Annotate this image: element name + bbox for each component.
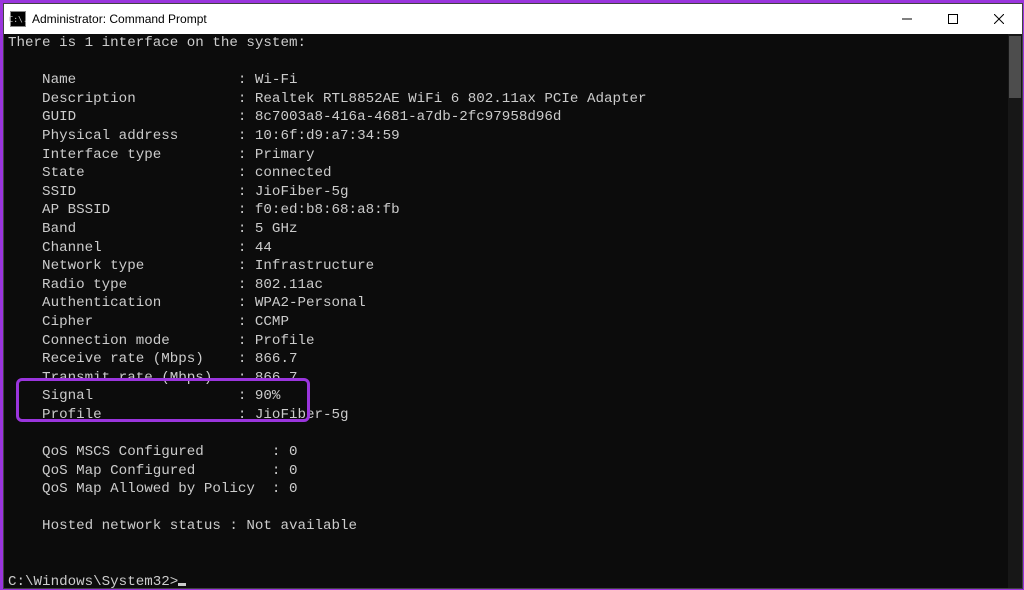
terminal-line bbox=[8, 499, 1022, 518]
terminal-line: Band : 5 GHz bbox=[8, 220, 1022, 239]
terminal-line: Connection mode : Profile bbox=[8, 332, 1022, 351]
terminal-line: Profile : JioFiber-5g bbox=[8, 406, 1022, 425]
scrollbar[interactable] bbox=[1008, 34, 1022, 588]
terminal-line: QoS MSCS Configured : 0 bbox=[8, 443, 1022, 462]
minimize-button[interactable] bbox=[884, 4, 930, 34]
terminal-line: State : connected bbox=[8, 164, 1022, 183]
terminal-line bbox=[8, 536, 1022, 555]
terminal-line: QoS Map Configured : 0 bbox=[8, 462, 1022, 481]
maximize-button[interactable] bbox=[930, 4, 976, 34]
terminal-line: Authentication : WPA2-Personal bbox=[8, 294, 1022, 313]
terminal-line: Interface type : Primary bbox=[8, 146, 1022, 165]
cmd-icon: C:\. bbox=[10, 11, 26, 27]
terminal-area[interactable]: There is 1 interface on the system: Name… bbox=[4, 34, 1022, 588]
terminal-line: Radio type : 802.11ac bbox=[8, 276, 1022, 295]
terminal-output: There is 1 interface on the system: Name… bbox=[4, 34, 1022, 588]
terminal-line: Channel : 44 bbox=[8, 239, 1022, 258]
cursor bbox=[178, 583, 186, 586]
terminal-line: Transmit rate (Mbps) : 866.7 bbox=[8, 369, 1022, 388]
terminal-line: Name : Wi-Fi bbox=[8, 71, 1022, 90]
terminal-line: AP BSSID : f0:ed:b8:68:a8:fb bbox=[8, 201, 1022, 220]
terminal-line bbox=[8, 424, 1022, 443]
terminal-line: Hosted network status : Not available bbox=[8, 517, 1022, 536]
command-prompt-window: C:\. Administrator: Command Prompt There… bbox=[3, 3, 1023, 589]
terminal-line: Network type : Infrastructure bbox=[8, 257, 1022, 276]
window-title: Administrator: Command Prompt bbox=[32, 12, 207, 26]
titlebar[interactable]: C:\. Administrator: Command Prompt bbox=[4, 4, 1022, 34]
scrollbar-thumb[interactable] bbox=[1009, 36, 1021, 98]
terminal-line: GUID : 8c7003a8-416a-4681-a7db-2fc97958d… bbox=[8, 108, 1022, 127]
terminal-line: SSID : JioFiber-5g bbox=[8, 183, 1022, 202]
terminal-line: Physical address : 10:6f:d9:a7:34:59 bbox=[8, 127, 1022, 146]
terminal-line: Cipher : CCMP bbox=[8, 313, 1022, 332]
terminal-line: There is 1 interface on the system: bbox=[8, 34, 1022, 53]
terminal-line: Receive rate (Mbps) : 866.7 bbox=[8, 350, 1022, 369]
terminal-line bbox=[8, 555, 1022, 574]
terminal-line bbox=[8, 53, 1022, 72]
terminal-line: Description : Realtek RTL8852AE WiFi 6 8… bbox=[8, 90, 1022, 109]
terminal-line: QoS Map Allowed by Policy : 0 bbox=[8, 480, 1022, 499]
close-button[interactable] bbox=[976, 4, 1022, 34]
prompt-line[interactable]: C:\Windows\System32> bbox=[8, 573, 1022, 588]
terminal-line: Signal : 90% bbox=[8, 387, 1022, 406]
